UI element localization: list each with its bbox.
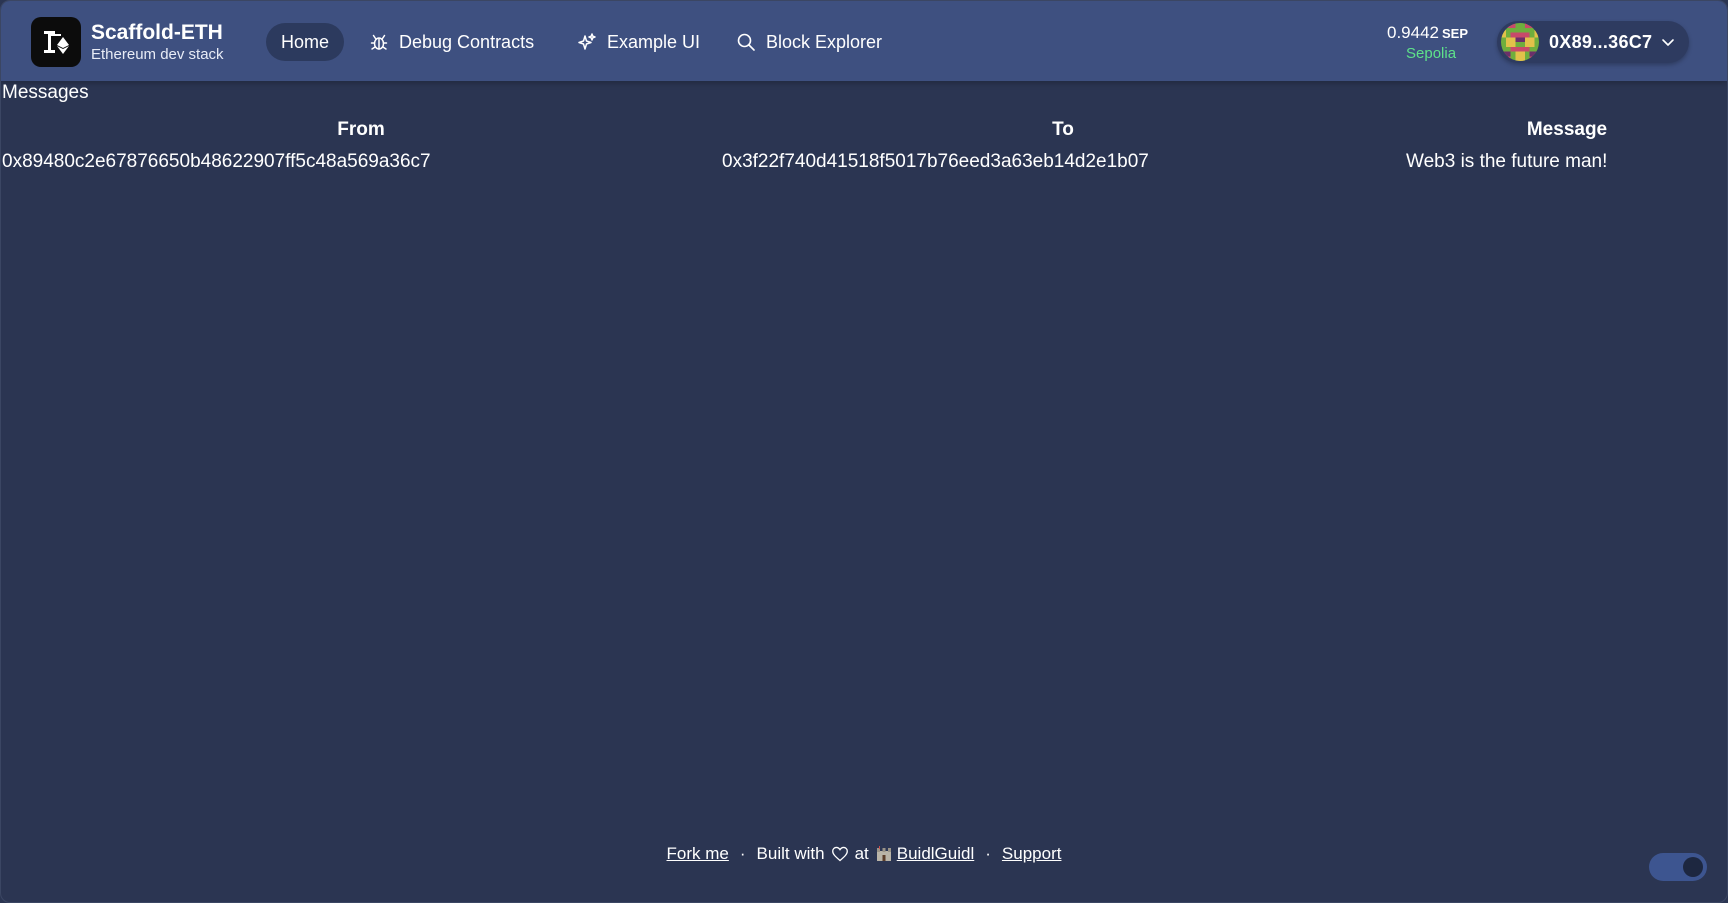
- bug-icon: [370, 34, 388, 50]
- nav-home-label: Home: [281, 31, 330, 52]
- castle-icon: [876, 846, 891, 861]
- footer: Fork me · Built with at BuidlGuidl · Sup…: [1, 844, 1727, 864]
- message-text: Web3 is the future man!: [1406, 151, 1608, 172]
- blockie-avatar: [1501, 23, 1539, 61]
- wallet-balance[interactable]: 0.9442 SEP: [1387, 23, 1468, 43]
- search-icon: [737, 33, 755, 51]
- network-name: Sepolia: [1406, 45, 1457, 62]
- balance-amount: 0.9442: [1387, 23, 1439, 42]
- account-address: 0X89...36C7: [1549, 31, 1653, 52]
- separator-dot: ·: [985, 844, 991, 863]
- heart-icon: [831, 846, 848, 862]
- separator-dot: ·: [739, 844, 746, 863]
- nav-explorer-label: Block Explorer: [766, 31, 883, 52]
- chevron-down-icon: [1662, 39, 1675, 46]
- messages-title: Messages: [2, 82, 89, 103]
- nav-debug-contracts[interactable]: Debug Contracts: [354, 23, 549, 61]
- fork-me-link[interactable]: Fork me: [667, 844, 729, 864]
- theme-toggle-knob: [1683, 857, 1703, 877]
- nav-debug-label: Debug Contracts: [399, 31, 535, 52]
- buidlguidl-link[interactable]: BuidlGuidl: [897, 844, 975, 864]
- theme-toggle[interactable]: [1649, 853, 1707, 881]
- message-from-address: 0x89480c2e67876650b48622907ff5c48a569a36…: [2, 151, 431, 172]
- nav-example-ui[interactable]: Example UI: [562, 23, 715, 61]
- balance-unit: SEP: [1442, 26, 1469, 41]
- top-navbar: Scaffold-ETH Ethereum dev stack Home Deb…: [1, 1, 1727, 81]
- brand-title: Scaffold-ETH: [91, 21, 223, 44]
- account-dropdown-button[interactable]: 0X89...36C7: [1497, 21, 1689, 63]
- nav-home[interactable]: Home: [266, 23, 345, 61]
- scaffold-eth-logo[interactable]: [31, 17, 81, 67]
- column-header-to: To: [1052, 119, 1074, 140]
- app-window: Scaffold-ETH Ethereum dev stack Home Deb…: [0, 0, 1728, 903]
- column-header-message: Message: [1526, 119, 1608, 140]
- scaffold-logo-icon: [44, 31, 69, 54]
- built-with-text: Built with: [756, 844, 825, 863]
- message-to-address: 0x3f22f740d41518f5017b76eed3a63eb14d2e1b…: [722, 151, 1149, 172]
- column-header-from: From: [337, 119, 385, 140]
- sparkles-icon: [578, 33, 596, 50]
- brand-subtitle: Ethereum dev stack: [91, 46, 224, 63]
- at-text: at: [854, 844, 869, 863]
- nav-block-explorer[interactable]: Block Explorer: [721, 23, 897, 61]
- nav-example-label: Example UI: [607, 31, 701, 52]
- support-link[interactable]: Support: [1002, 844, 1062, 864]
